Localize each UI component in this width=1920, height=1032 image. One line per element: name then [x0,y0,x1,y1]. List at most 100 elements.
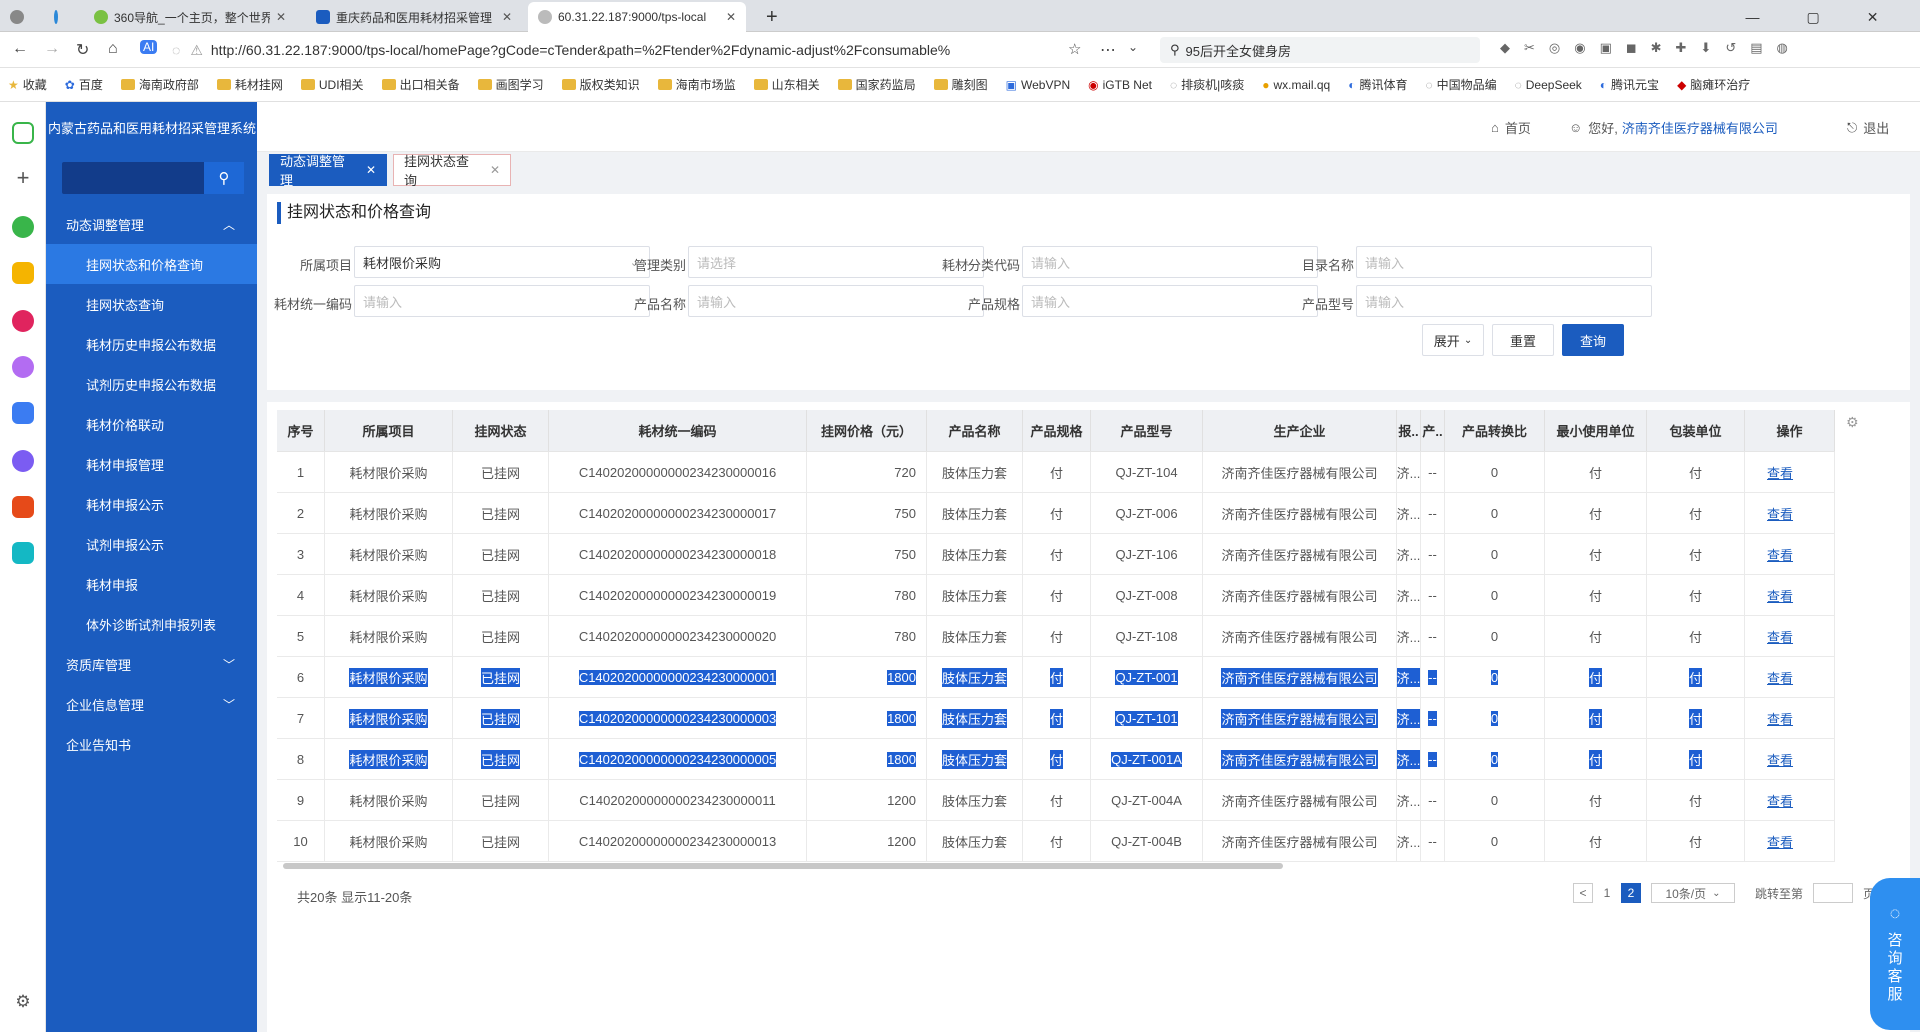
bookmark-link[interactable]: ◌ 排痰机|咳痰 [1170,76,1244,93]
minimize-icon[interactable]: — [1746,9,1760,25]
maximize-icon[interactable]: ▢ [1807,9,1820,26]
bookmark-folder[interactable]: 版权类知识 [561,76,640,93]
table-row[interactable]: 2 耗材限价采购 已挂网 C14020200000000234230000017 750… [277,493,1835,534]
logout-button[interactable]: ⎋ 退出 [1847,118,1889,137]
menu-item-declaration-notice[interactable]: 耗材申报公示 [46,484,257,524]
browser-tab-2[interactable]: 重庆药品和医用耗材招采管理 ✕ [306,2,522,32]
star-icon[interactable]: ☆ [1068,40,1081,58]
address-bar[interactable]: ◌ ⚠ http://60.31.22.187:9000/tps-local/h… [172,37,1032,63]
gear-icon[interactable]: ⚙ [1846,414,1859,431]
table-row[interactable]: 6 耗材限价采购 已挂网 C14020200000000234230000001 180… [277,657,1835,698]
view-link[interactable]: 查看 [1745,575,1835,615]
back-icon[interactable]: ← [12,40,28,58]
close-icon[interactable]: ✕ [366,163,376,177]
menu-item-consumable-history[interactable]: 耗材历史申报公布数据 [46,324,257,364]
horizontal-scrollbar[interactable] [283,863,1283,869]
forward-icon[interactable]: → [44,40,60,58]
add-icon[interactable]: + [12,167,34,190]
menu-item-reagent-history[interactable]: 试剂历史申报公布数据 [46,364,257,404]
expand-button[interactable]: 展开 ⌄ [1422,324,1484,356]
robot-icon[interactable] [12,450,34,472]
goto-page-input[interactable] [1813,883,1853,903]
ai-icon[interactable] [12,356,34,378]
reload-icon[interactable]: ↻ [76,40,89,60]
bookmark-folder[interactable]: 雕刻图 [933,76,988,93]
menu-item-ivd-list[interactable]: 体外诊断试剂申报列表 [46,604,257,644]
browser-search-input[interactable]: ⚲ 95后开全女健身房 [1160,37,1480,63]
browser-tab-3[interactable]: 60.31.22.187:9000/tps-local ✕ [528,2,746,32]
menu-item-reagent-notice[interactable]: 试剂申报公示 [46,524,257,564]
tab-dynamic-adjust[interactable]: 动态调整管理 ✕ [269,154,387,188]
bookmark-folder[interactable]: 画图学习 [477,76,544,93]
menu-item-declaration-manage[interactable]: 耗材申报管理 [46,444,257,484]
table-row[interactable]: 8 耗材限价采购 已挂网 C14020200000000234230000005 180… [277,739,1835,780]
bookmark-link[interactable]: ◆ 脑瘫环治疗 [1677,76,1750,93]
menu-group-qualification[interactable]: 资质库管理 ﹀ [46,644,257,684]
bookmark-link[interactable]: ◌ DeepSeek [1515,78,1582,92]
bookmark-link[interactable]: ◌ 中国物品编 [1425,76,1496,93]
bookmark-folder[interactable]: 山东相关 [753,76,820,93]
table-row[interactable]: 4 耗材限价采购 已挂网 C14020200000000234230000019 780… [277,575,1835,616]
ai-assistant-icon[interactable] [12,402,34,424]
table-row[interactable]: 7 耗材限价采购 已挂网 C14020200000000234230000003 180… [277,698,1835,739]
tool-icon[interactable] [12,542,34,564]
menu-item-status-query[interactable]: 挂网状态查询 [46,284,257,324]
table-row[interactable]: 10 耗材限价采购 已挂网 C14020200000000234230000013 12… [277,821,1835,862]
gear-icon[interactable]: ⚙ [12,992,34,1014]
bookmark-webvpn[interactable]: ▣ WebVPN [1006,78,1070,92]
menu-group-dynamic-adjust[interactable]: 动态调整管理 ︿ [46,204,257,244]
close-icon[interactable]: ✕ [502,10,512,24]
close-icon[interactable]: ✕ [726,10,736,24]
view-link[interactable]: 查看 [1745,452,1835,492]
page-2-button[interactable]: 2 [1621,883,1641,903]
view-link[interactable]: 查看 [1745,493,1835,533]
table-row[interactable]: 1 耗材限价采购 已挂网 C14020200000000234230000016 720… [277,452,1835,493]
pinned-tab[interactable] [44,2,74,32]
chevron-down-icon[interactable]: ⌄ [1128,40,1138,54]
browser-avatar[interactable] [0,2,40,32]
bookmark-folder[interactable]: 海南市场监 [657,76,736,93]
extension-icons[interactable]: ◆✂◎◉▣◼✱✚⬇↺▤◍ [1500,40,1880,56]
home-icon[interactable] [12,122,34,144]
network-icon[interactable] [12,310,34,332]
bookmark-folder[interactable]: UDI相关 [300,76,364,93]
view-link[interactable]: 查看 [1745,616,1835,656]
menu-item-declaration[interactable]: 耗材申报 [46,564,257,604]
home-link[interactable]: ⌂ 首页 [1491,118,1531,137]
view-link[interactable]: 查看 [1745,534,1835,574]
app-icon[interactable] [12,216,34,238]
search-icon[interactable]: ⚲ [204,162,244,194]
bookmark-folder[interactable]: 耗材挂网 [216,76,283,93]
bookmark-link[interactable]: ◐ 腾讯元宝 [1600,76,1659,93]
table-row[interactable]: 5 耗材限价采购 已挂网 C14020200000000234230000020 780… [277,616,1835,657]
close-icon[interactable]: ✕ [276,10,286,24]
home-icon[interactable]: ⌂ [108,40,118,58]
more-icon[interactable]: ⋯ [1100,40,1116,60]
query-button[interactable]: 查询 [1562,324,1624,356]
view-link[interactable]: 查看 [1745,698,1835,738]
close-window-icon[interactable]: ✕ [1867,9,1879,26]
new-tab-button[interactable]: + [756,2,786,32]
bookmark-link[interactable]: ● wx.mail.qq [1262,78,1330,92]
page-size-select[interactable]: 10条/页 ⌄ [1651,883,1735,903]
bookmark-link[interactable]: ◐ 腾讯体育 [1348,76,1407,93]
view-link[interactable]: 查看 [1745,780,1835,820]
browser-tab-1[interactable]: 360导航_一个主页，整个世界 ✕ [84,2,296,32]
catalog-input[interactable]: 请输入 [1356,246,1652,278]
menu-item-price-linkage[interactable]: 耗材价格联动 [46,404,257,444]
bookmark-baidu[interactable]: ✿ 百度 [65,76,103,93]
table-row[interactable]: 9 耗材限价采购 已挂网 C14020200000000234230000011 120… [277,780,1835,821]
page-1-button[interactable]: 1 [1597,883,1617,903]
reset-button[interactable]: 重置 [1492,324,1554,356]
consult-service-button[interactable]: ◌ 咨 询 客 服 [1870,878,1920,1030]
menu-group-company-info[interactable]: 企业信息管理 ﹀ [46,684,257,724]
tab-status-query[interactable]: 挂网状态查询 ✕ [393,154,511,188]
bookmark-folder[interactable]: 出口相关备 [381,76,460,93]
view-link[interactable]: 查看 [1745,657,1835,697]
favorites-icon[interactable] [12,262,34,284]
table-row[interactable]: 3 耗材限价采购 已挂网 C14020200000000234230000018 750… [277,534,1835,575]
bookmark-folder[interactable]: 国家药监局 [837,76,916,93]
menu-item-price-query[interactable]: 挂网状态和价格查询 [46,244,257,284]
menu-search-input[interactable]: ⚲ [62,162,244,194]
close-icon[interactable]: ✕ [490,163,500,177]
